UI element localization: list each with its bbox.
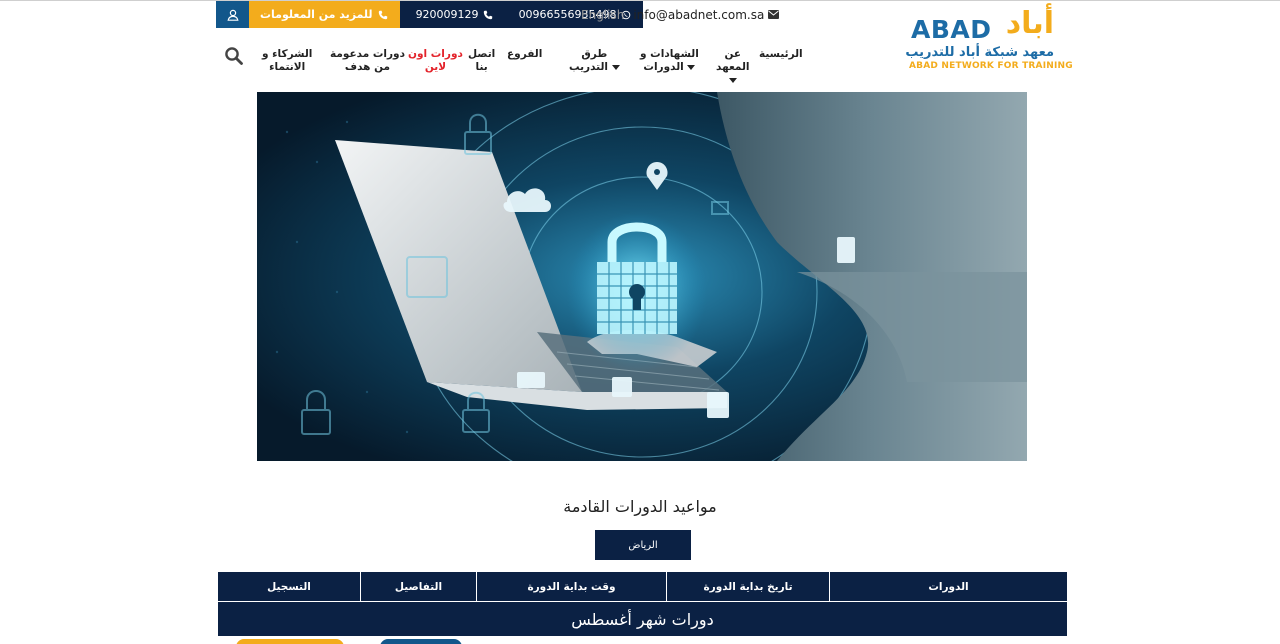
nav-about-label-2: المعهد (716, 61, 750, 73)
main-navigation: الرئيسية عن المعهد الشهادات و الدورات طر… (258, 48, 803, 88)
nav-home[interactable]: الرئيسية (759, 48, 803, 61)
nav-contact-label-2: بنا (475, 61, 488, 73)
chevron-down-icon (687, 64, 696, 70)
email-link[interactable]: info@abadnet.com.sa (633, 7, 780, 22)
nav-about-label: عن (724, 48, 742, 60)
phone-landline-text: 920009129 (415, 8, 479, 21)
hero-banner-image (257, 92, 1027, 461)
month-group-row: دورات شهر أغسطس (218, 602, 1067, 636)
table-header: التسجيل التفاصيل وقت بداية الدورة تاريخ … (218, 572, 1067, 601)
search-button[interactable] (224, 46, 244, 66)
nav-training-methods-label-2: التدريب (569, 61, 608, 73)
search-icon (225, 47, 243, 65)
nav-certificates-label: الشهادات و (640, 48, 699, 60)
nav-branches-label: الفروع (507, 48, 543, 60)
nav-contact[interactable]: اتصل بنا (468, 48, 495, 74)
phone-landline[interactable]: 920009129 (416, 8, 493, 21)
nav-hadaf-courses-label: دورات مدعومة (330, 48, 405, 60)
nav-hadaf-courses-label-2: من هدف (344, 61, 391, 73)
site-logo[interactable]: ABAD أباد معهد شبكة أباد للتدريب ABAD NE… (905, 6, 1072, 72)
user-account-button[interactable] (216, 1, 249, 28)
envelope-icon (768, 10, 780, 19)
user-icon (226, 9, 239, 21)
nav-training-methods-label: طرق (581, 48, 608, 60)
nav-partners-label: الشركاء و (262, 48, 313, 60)
phone-icon (483, 10, 492, 19)
contact-links: English info@abadnet.com.sa (581, 1, 780, 28)
nav-partners[interactable]: الشركاء و الانتماء (262, 48, 312, 74)
column-header-start-date: تاريخ بداية الدورة (667, 572, 830, 601)
nav-branches[interactable]: الفروع (507, 48, 542, 61)
nav-online-courses-label-2: لاين (424, 61, 447, 73)
column-header-details: التفاصيل (361, 572, 477, 601)
nav-partners-label-2: الانتماء (269, 61, 306, 73)
schedule-title: مواعيد الدورات القادمة (563, 497, 717, 516)
top-bar: للمزيد من المعلومات 920009129 0096655693… (216, 1, 643, 28)
logo-latin: ABAD (911, 15, 992, 44)
language-link[interactable]: English (581, 8, 624, 22)
chevron-down-icon (728, 77, 737, 83)
register-button[interactable] (236, 639, 344, 644)
details-button[interactable] (380, 639, 462, 644)
schedule-table: التسجيل التفاصيل وقت بداية الدورة تاريخ … (218, 572, 1067, 636)
nav-home-label: الرئيسية (759, 48, 803, 60)
logo-subtitle-english: ABAD NETWORK FOR TRAINING (909, 61, 1073, 71)
nav-certificates[interactable]: الشهادات و الدورات (640, 48, 699, 74)
nav-training-methods[interactable]: طرق التدريب (569, 48, 620, 74)
email-text: info@abadnet.com.sa (633, 7, 765, 22)
city-filter-button[interactable]: الرياض (595, 530, 691, 560)
column-header-register: التسجيل (218, 572, 361, 601)
nav-online-courses[interactable]: دورات اون لاين (408, 48, 463, 74)
column-header-courses: الدورات (928, 580, 969, 593)
chevron-down-icon (611, 64, 620, 70)
column-header-start-time: وقت بداية الدورة (477, 572, 667, 601)
nav-certificates-label-2: الدورات (643, 61, 684, 73)
nav-hadaf-courses[interactable]: دورات مدعومة من هدف (330, 48, 405, 74)
hero-illustration (257, 92, 1027, 461)
more-info-button[interactable]: للمزيد من المعلومات (249, 1, 400, 28)
nav-online-courses-label: دورات اون (408, 48, 463, 60)
logo-arabic: أباد (1005, 6, 1054, 41)
nav-contact-label: اتصل (468, 48, 496, 60)
nav-about[interactable]: عن المعهد (716, 48, 750, 87)
more-info-label: للمزيد من المعلومات (260, 8, 373, 21)
logo-subtitle-arabic: معهد شبكة أباد للتدريب (905, 45, 1054, 60)
phone-icon (378, 10, 387, 19)
